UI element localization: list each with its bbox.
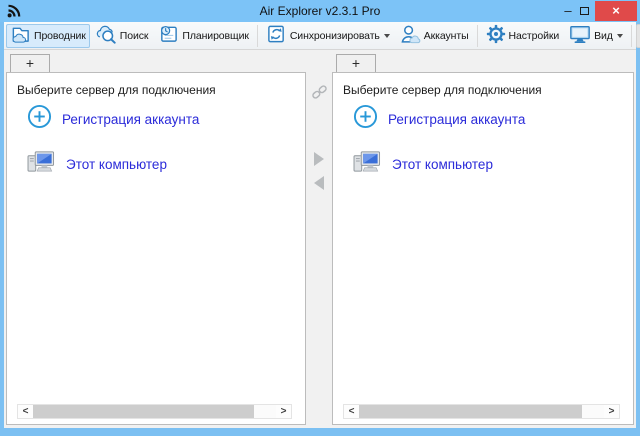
- right-pane: + Выберите сервер для подключения Регист…: [332, 54, 634, 425]
- transfer-right-icon[interactable]: [314, 152, 324, 166]
- scroll-right-arrow[interactable]: >: [604, 405, 619, 418]
- scrollbar-thumb[interactable]: [359, 405, 582, 418]
- toolbar-label-accounts: Аккаунты: [424, 30, 469, 42]
- app-window: Air Explorer v2.3.1 Pro – × Проводник: [0, 0, 640, 436]
- window-title: Air Explorer v2.3.1 Pro: [0, 0, 640, 22]
- toolbar-button-settings[interactable]: Настройки: [482, 24, 564, 48]
- toolbar-button-version-pro[interactable]: Версия Pro: [636, 24, 640, 48]
- right-pane-new-tab[interactable]: +: [336, 54, 376, 73]
- explorer-folder-cloud-icon: [10, 24, 31, 47]
- right-pane-box: Выберите сервер для подключения Регистра…: [332, 72, 634, 425]
- scroll-left-arrow[interactable]: <: [344, 405, 359, 418]
- list-item-register-account[interactable]: Регистрация аккаунта: [27, 104, 305, 134]
- list-item-register-account[interactable]: Регистрация аккаунта: [353, 104, 633, 134]
- content-area: + Выберите сервер для подключения Регист…: [4, 50, 636, 428]
- right-pane-horizontal-scrollbar[interactable]: < >: [343, 404, 620, 419]
- register-account-link[interactable]: Регистрация аккаунта: [388, 112, 525, 127]
- maximize-button[interactable]: [576, 2, 592, 20]
- toolbar-separator: [477, 25, 478, 47]
- toolbar-button-sync[interactable]: Синхронизировать: [262, 24, 394, 48]
- this-computer-link[interactable]: Этот компьютер: [66, 157, 167, 172]
- scrollbar-track[interactable]: [33, 405, 276, 418]
- toolbar-button-scheduler[interactable]: Планировщик: [154, 24, 252, 48]
- monitor-icon: [569, 24, 591, 47]
- this-computer-link[interactable]: Этот компьютер: [392, 157, 493, 172]
- add-account-icon: [27, 104, 52, 134]
- toolbar-button-search[interactable]: Поиск: [92, 24, 153, 48]
- left-pane-new-tab[interactable]: +: [10, 54, 50, 73]
- left-pane-box: Выберите сервер для подключения Регистра…: [6, 72, 306, 425]
- server-select-prompt: Выберите сервер для подключения: [333, 73, 633, 97]
- toolbar-button-accounts[interactable]: Аккаунты: [396, 24, 473, 48]
- list-item-this-computer[interactable]: Этот компьютер: [353, 149, 633, 180]
- toolbar-label-settings: Настройки: [509, 30, 560, 42]
- scrollbar-thumb[interactable]: [33, 405, 254, 418]
- toolbar-separator: [631, 25, 632, 47]
- computer-icon: [353, 149, 382, 180]
- minimize-button[interactable]: –: [560, 2, 576, 20]
- toolbar-label-sync: Синхронизировать: [290, 30, 380, 42]
- toolbar-label-view: Вид: [594, 30, 613, 42]
- computer-icon: [27, 149, 56, 180]
- register-account-link[interactable]: Регистрация аккаунта: [62, 112, 199, 127]
- add-account-icon: [353, 104, 378, 134]
- toolbar-button-view[interactable]: Вид: [565, 24, 627, 48]
- sync-arrows-icon: [266, 24, 287, 47]
- gear-icon: [486, 24, 506, 47]
- toolbar-label-search: Поиск: [120, 30, 149, 42]
- chevron-down-icon: [617, 34, 623, 38]
- main-toolbar: Проводник Поиск: [4, 22, 636, 50]
- scheduler-clock-icon: [158, 24, 179, 47]
- accounts-user-cloud-icon: [400, 24, 421, 47]
- maximize-icon: [580, 7, 589, 15]
- list-item-this-computer[interactable]: Этот компьютер: [27, 149, 305, 180]
- close-button[interactable]: ×: [595, 1, 637, 21]
- left-pane-horizontal-scrollbar[interactable]: < >: [17, 404, 292, 419]
- left-pane: + Выберите сервер для подключения Регист…: [6, 54, 306, 425]
- titlebar: Air Explorer v2.3.1 Pro – ×: [0, 0, 640, 22]
- scroll-left-arrow[interactable]: <: [18, 405, 33, 418]
- link-panes-icon[interactable]: [311, 84, 328, 105]
- search-icon: [96, 24, 117, 47]
- server-select-prompt: Выберите сервер для подключения: [7, 73, 305, 97]
- toolbar-separator: [257, 25, 258, 47]
- toolbar-label-explorer: Проводник: [34, 30, 86, 42]
- scroll-right-arrow[interactable]: >: [276, 405, 291, 418]
- pane-divider: [306, 54, 332, 425]
- window-controls: – ×: [560, 0, 637, 21]
- scrollbar-track[interactable]: [359, 405, 604, 418]
- toolbar-label-scheduler: Планировщик: [182, 30, 248, 42]
- toolbar-button-explorer[interactable]: Проводник: [6, 24, 90, 48]
- transfer-left-icon[interactable]: [314, 176, 324, 190]
- chevron-down-icon: [384, 34, 390, 38]
